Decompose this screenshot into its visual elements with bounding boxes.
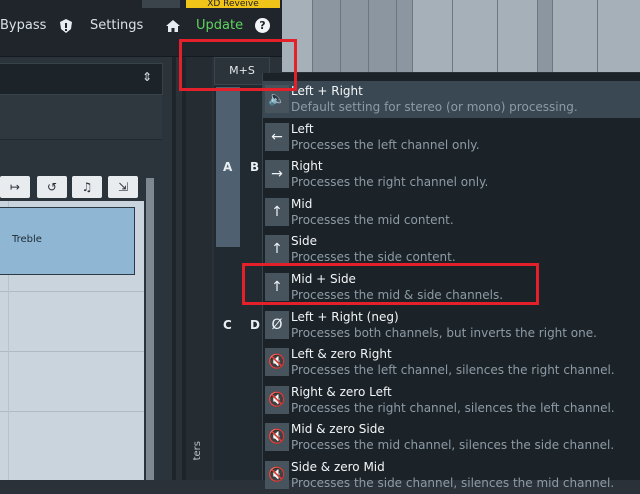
settings-button[interactable]: Settings: [90, 18, 143, 33]
band-label: Treble: [12, 234, 42, 245]
shield-icon[interactable]: [58, 18, 74, 34]
menu-item-description: Processes the left channel, silences the…: [291, 363, 615, 378]
menu-item[interactable]: 🔇 Mid & zero Side Processes the mid channe…: [263, 419, 640, 456]
scrollbar[interactable]: [146, 178, 154, 480]
menu-item-description: Processes the side channel, silences the…: [291, 476, 615, 490]
menu-item-title: Left + Right: [291, 84, 363, 98]
update-button[interactable]: Update: [196, 18, 243, 33]
menu-item-title: Mid: [291, 196, 313, 211]
menu-item-title: Side: [291, 234, 317, 249]
menu-item-description: Processes the mid channel, silences the …: [291, 438, 615, 453]
home-icon[interactable]: [165, 18, 181, 34]
preset-dropdown[interactable]: ⇕: [0, 63, 163, 95]
menu-item[interactable]: 🔇 Left & zero Right Processes the left cha…: [263, 344, 640, 381]
channel-letter-d[interactable]: D: [250, 318, 260, 332]
host-grid: [282, 0, 640, 72]
mute-icon: 🔇: [265, 461, 289, 489]
side-tab[interactable]: ters: [186, 57, 212, 480]
menu-item-title: Right: [291, 159, 323, 174]
menu-item-title: Left + Right (neg): [291, 309, 399, 324]
fit-icon[interactable]: ↦: [0, 176, 30, 198]
updown-arrows-icon: ⇕: [141, 70, 152, 84]
arrow-up-icon: ↑: [265, 235, 289, 264]
channel-letter-c[interactable]: C: [223, 318, 232, 332]
sub-panel: [0, 95, 162, 140]
menu-item-description: Default setting for stereo (or mono) pro…: [291, 100, 578, 114]
menu-item-description: Processes the left channel only.: [291, 137, 480, 152]
menu-item[interactable]: 🔇 Right & zero Left Processes the right ch…: [263, 382, 640, 419]
help-icon[interactable]: ?: [255, 18, 270, 33]
channel-letter-b[interactable]: B: [250, 160, 259, 174]
bypass-button[interactable]: Bypass: [0, 18, 46, 33]
band-treble[interactable]: Treble: [0, 207, 135, 275]
menu-item[interactable]: Ø Left + Right (neg) Processes both channe…: [263, 307, 640, 344]
gear-icon[interactable]: [142, 0, 180, 8]
menu-item-description: Processes the right channel only.: [291, 175, 489, 190]
menu-item[interactable]: 🔇 Side & zero Mid Processes the side chann…: [263, 457, 640, 494]
mute-icon: 🔇: [265, 385, 289, 414]
menu-item-title: Left: [291, 121, 314, 136]
side-tab-label: ters: [192, 441, 203, 461]
menu-item-title: Left & zero Right: [291, 347, 392, 362]
menu-item[interactable]: ← Left Processes the left channel only.: [263, 119, 640, 156]
mute-icon: 🔇: [265, 348, 289, 377]
preset-badge[interactable]: XD Reveive: [186, 0, 280, 8]
menu-item-title: Side & zero Mid: [291, 460, 385, 474]
arrow-left-icon: ←: [265, 122, 289, 151]
highlight-mid-side: [242, 263, 539, 305]
highlight-ms-button: [179, 39, 297, 91]
menu-item[interactable]: → Right Processes the right channel only.: [263, 156, 640, 193]
phase-invert-icon: Ø: [265, 310, 289, 339]
import-icon[interactable]: ♫: [72, 176, 102, 198]
menu-item-description: Processes both channels, but inverts the…: [291, 325, 597, 340]
panel-divider[interactable]: [172, 57, 186, 480]
menu-item-description: Processes the mid content.: [291, 212, 454, 227]
arrow-up-icon: ↑: [265, 197, 289, 226]
menu-item-title: Mid & zero Side: [291, 422, 385, 437]
export-icon[interactable]: ⇲: [108, 176, 138, 198]
mute-icon: 🔇: [265, 423, 289, 452]
undo-icon[interactable]: ↺: [37, 176, 67, 198]
menu-item-title: Right & zero Left: [291, 384, 392, 399]
menu-item[interactable]: ↑ Mid Processes the mid content.: [263, 194, 640, 231]
channel-letter-a[interactable]: A: [223, 160, 232, 174]
menu-item[interactable]: 🔈 Left + Right Default setting for stereo …: [263, 81, 640, 118]
eq-display[interactable]: Treble: [0, 201, 144, 480]
arrow-right-icon: →: [265, 160, 289, 189]
menu-item-description: Processes the right channel, silences th…: [291, 400, 615, 415]
